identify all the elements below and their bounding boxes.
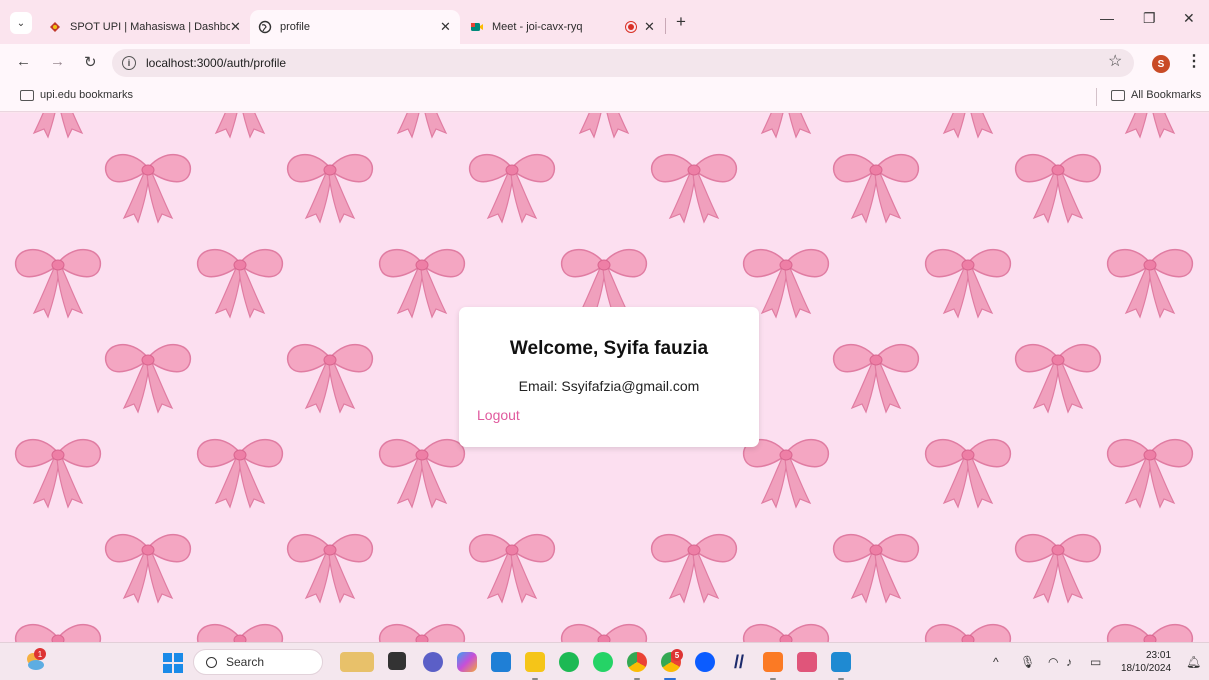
tab-meet[interactable]: Meet - joi-cavx-ryq ✕ [462,10,662,44]
managed-folder-icon [20,89,34,101]
tab-title: SPOT UPI | Mahasiswa | Dashbo [70,21,230,33]
clock-time: 23:01 [1146,650,1172,661]
browser-toolbar: ← → ↻ i localhost:3000/auth/profile ☆ [0,44,1209,82]
chat-icon[interactable] [423,652,443,672]
task-view-icon[interactable] [388,652,406,670]
profile-page: Welcome, Syifa fauzia Email: Ssyifafzia@… [0,113,1209,642]
weather-widget[interactable]: 1 [24,648,46,672]
copilot-icon[interactable] [457,652,477,672]
chrome-profile-icon[interactable]: 5 [661,649,683,672]
vscode-icon[interactable] [831,652,851,672]
hashnode-icon[interactable]: // [729,652,749,672]
spotify-icon[interactable] [559,652,579,672]
menu-icon[interactable]: ⋮ [1186,51,1202,71]
search-icon [206,656,217,668]
taskbar-search[interactable]: Search [193,649,323,675]
whatsapp-icon[interactable] [593,652,613,672]
meet-icon [470,20,484,34]
upi-logo-icon [48,20,62,34]
system-clock[interactable]: 23:01 18/10/2024 [1121,649,1172,675]
user-email: Email: Ssyifafzia@gmail.com [518,378,700,394]
profile-avatar[interactable]: S [1152,55,1170,73]
recording-icon [625,21,637,33]
zoom-icon[interactable] [695,652,715,672]
chrome-icon[interactable] [627,652,647,672]
search-label: Search [226,655,265,669]
bookmark-folder-upi[interactable]: upi.edu bookmarks [20,89,133,101]
close-icon[interactable]: ✕ [440,19,451,35]
globe-icon [258,20,272,34]
bookmark-label: All Bookmarks [1131,89,1202,101]
tab-spot-upi[interactable]: SPOT UPI | Mahasiswa | Dashbo ✕ [40,10,250,44]
bookmarks-divider [1096,88,1097,106]
bookmark-label: upi.edu bookmarks [40,89,133,101]
start-button[interactable] [163,653,183,673]
notification-badge: 1 [34,648,46,660]
new-tab-button[interactable]: + [676,12,686,32]
taskbar: 1 Search 5 // ^ 🎙︎ ◠ ♪ ▭ 23:01 18/10/202… [0,642,1209,680]
mail-icon[interactable] [491,652,511,672]
address-bar[interactable]: i localhost:3000/auth/profile [112,49,1134,77]
forward-icon[interactable]: → [50,53,65,70]
tab-profile[interactable]: profile ✕ [250,10,460,44]
bookmark-star-icon[interactable]: ☆ [1108,51,1122,71]
url-text: localhost:3000/auth/profile [146,56,287,70]
logout-link[interactable]: Logout [477,407,520,423]
widgets-icon[interactable] [340,652,374,672]
tab-title: profile [280,21,310,33]
reload-icon[interactable]: ↻ [84,53,97,71]
volume-icon[interactable]: ♪ [1066,655,1072,669]
profile-card: Welcome, Syifa fauzia Email: Ssyifafzia@… [459,307,759,447]
close-window-icon[interactable]: ✕ [1183,10,1195,27]
show-hidden-icons[interactable]: ^ [993,655,999,669]
welcome-heading: Welcome, Syifa fauzia [509,338,709,359]
xampp-icon[interactable] [763,652,783,672]
clock-date: 18/10/2024 [1120,663,1172,674]
folder-icon [1111,89,1125,101]
file-explorer-icon[interactable] [525,652,545,672]
battery-icon[interactable]: ▭ [1090,655,1101,669]
back-icon[interactable]: ← [16,53,31,70]
tab-separator [665,18,666,34]
snipping-tool-icon[interactable] [797,652,817,672]
notification-badge: 5 [671,649,683,661]
tab-title: Meet - joi-cavx-ryq [492,21,583,33]
close-icon[interactable]: ✕ [644,19,655,35]
tab-search-button[interactable]: ⌄ [10,12,32,34]
restore-icon[interactable]: ❐ [1143,10,1156,27]
all-bookmarks-button[interactable]: All Bookmarks [1111,89,1201,101]
close-icon[interactable]: ✕ [230,19,241,35]
notification-bell-icon[interactable]: 🔔︎ [1186,655,1201,669]
bookmarks-bar: upi.edu bookmarks All Bookmarks [0,82,1209,112]
tab-strip: ⌄ SPOT UPI | Mahasiswa | Dashbo ✕ profil… [0,0,1209,44]
minimize-icon[interactable]: — [1100,10,1114,26]
site-info-icon[interactable]: i [122,56,136,70]
microphone-icon[interactable]: 🎙︎ [1020,655,1035,669]
wifi-icon[interactable]: ◠ [1048,655,1058,669]
